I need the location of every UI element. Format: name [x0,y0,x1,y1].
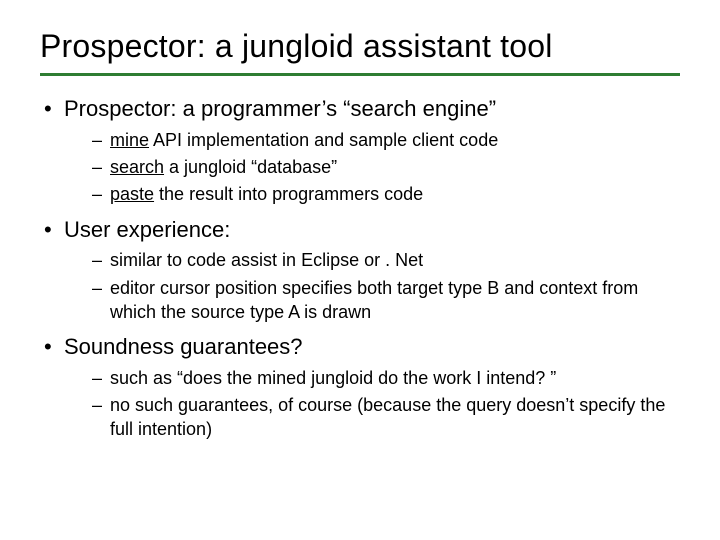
slide-title: Prospector: a jungloid assistant tool [40,28,680,65]
sub-list: mine API implementation and sample clien… [90,128,680,207]
sub-item: editor cursor position specifies both ta… [90,276,680,325]
sub-item: paste the result into programmers code [90,182,680,206]
sub-item: no such guarantees, of course (because t… [90,393,680,442]
sub-lead-underline: search [110,157,164,177]
slide: Prospector: a jungloid assistant tool Pr… [0,0,720,468]
sub-text: similar to code assist in Eclipse or . N… [110,250,423,270]
sub-text: such as “does the mined jungloid do the … [110,368,556,388]
sub-item: similar to code assist in Eclipse or . N… [90,248,680,272]
bullet-text: User experience: [64,217,230,242]
sub-text: editor cursor position specifies both ta… [110,278,638,322]
bullet-item: User experience: similar to code assist … [40,215,680,325]
sub-text: no such guarantees, of course (because t… [110,395,665,439]
bullet-text: Soundness guarantees? [64,334,303,359]
sub-lead-underline: mine [110,130,149,150]
sub-list: such as “does the mined jungloid do the … [90,366,680,442]
sub-lead-underline: paste [110,184,154,204]
bullet-item: Soundness guarantees? such as “does the … [40,332,680,442]
sub-list: similar to code assist in Eclipse or . N… [90,248,680,324]
sub-rest: the result into programmers code [154,184,423,204]
sub-item: search a jungloid “database” [90,155,680,179]
sub-item: mine API implementation and sample clien… [90,128,680,152]
bullet-item: Prospector: a programmer’s “search engin… [40,94,680,207]
sub-rest: API implementation and sample client cod… [149,130,498,150]
title-underline [40,73,680,76]
bullet-text: Prospector: a programmer’s “search engin… [64,96,496,121]
sub-item: such as “does the mined jungloid do the … [90,366,680,390]
bullet-list: Prospector: a programmer’s “search engin… [40,94,680,442]
sub-rest: a jungloid “database” [164,157,337,177]
